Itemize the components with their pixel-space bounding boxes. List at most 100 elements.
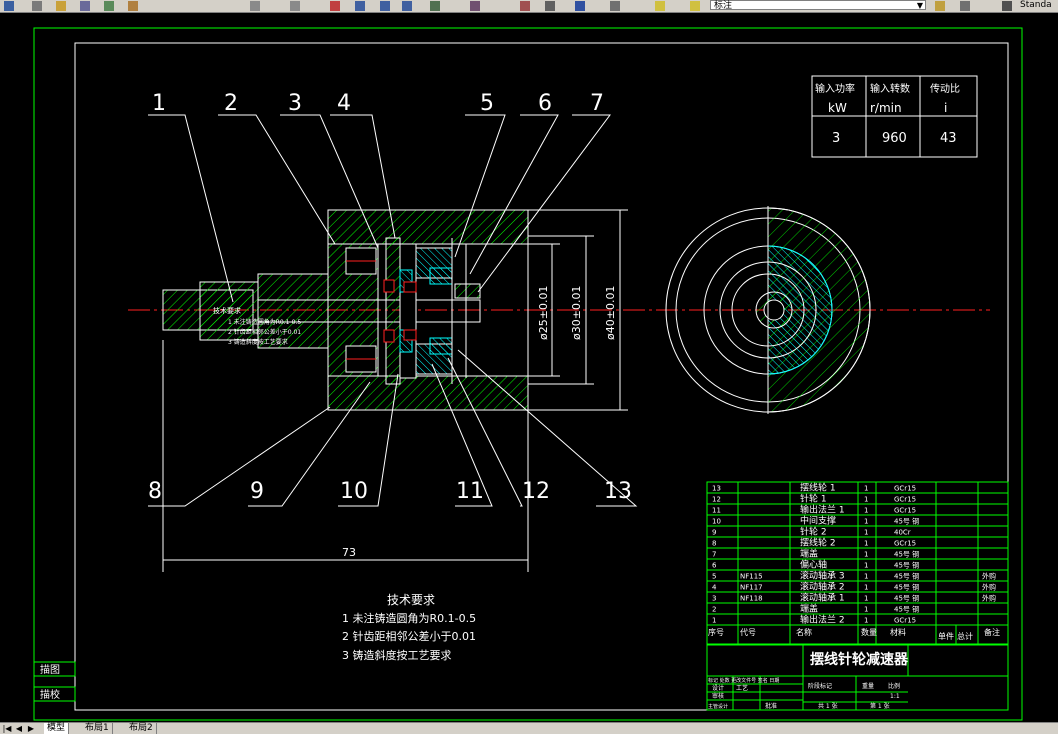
- part-label-7: 7: [590, 91, 604, 116]
- part-label-9: 9: [250, 479, 264, 504]
- param-value-speed: 960: [882, 131, 907, 146]
- bom-header-cell: 备注: [984, 627, 1000, 637]
- bom-cell-qty: 1: [864, 529, 868, 537]
- zoom-icon[interactable]: [355, 1, 365, 11]
- part-label-6: 6: [538, 91, 552, 116]
- redo-icon[interactable]: [290, 1, 300, 11]
- drawing-canvas[interactable]: 描图 描校 技术要求 1 未注铸造圆角为R0.1-0.5 2 针齿距相邻公差小于…: [0, 12, 1058, 722]
- copy-icon[interactable]: [104, 1, 114, 11]
- help-icon[interactable]: [575, 1, 585, 11]
- bom-cell-name: 偏心轴: [800, 559, 827, 571]
- bom-cell-note: 外购: [982, 583, 996, 592]
- zoom-previous-icon[interactable]: [402, 1, 412, 11]
- text-style-select[interactable]: 标注 ▼: [710, 0, 926, 11]
- tab-next-icon[interactable]: ▶: [26, 723, 36, 734]
- title-sheet: 第 1 张: [870, 702, 890, 710]
- properties-icon[interactable]: [430, 1, 440, 11]
- bom-cell-no: 2: [712, 606, 716, 614]
- pen-icon[interactable]: [1002, 1, 1012, 11]
- bom-cell-name: 输出法兰 2: [800, 614, 845, 626]
- calculator-icon[interactable]: [545, 1, 555, 11]
- side-label-check: 描校: [40, 688, 60, 701]
- layer-state-icon[interactable]: [655, 1, 665, 11]
- layer-icon[interactable]: [610, 1, 620, 11]
- dim-d1: ø25±0.01: [537, 286, 550, 340]
- title-row-design: 设计: [712, 684, 724, 692]
- shaft-note-line-2: 2 针齿距相邻公差小于0.01: [228, 328, 301, 336]
- tab-layout-1[interactable]: 布局1: [82, 723, 113, 734]
- bom-cell-no: 4: [712, 584, 717, 592]
- bom-cell-no: 5: [712, 573, 716, 581]
- bom-cell-qty: 1: [864, 540, 868, 548]
- bom-cell-name: 输出法兰 1: [800, 504, 845, 516]
- bom-cell-material: 45号 钢: [894, 561, 919, 570]
- tech-notes-title: 技术要求: [387, 593, 435, 607]
- tech-note-2: 2 针齿距相邻公差小于0.01: [342, 629, 476, 643]
- part-label-1: 1: [152, 91, 166, 116]
- dim-length: 73: [342, 546, 356, 559]
- save-icon[interactable]: [4, 1, 14, 11]
- param-unit-power: kW: [828, 101, 847, 115]
- bom-cell-material: 45号 钢: [894, 594, 919, 603]
- bom-cell-no: 1: [712, 617, 716, 625]
- dim-d3: ø40±0.01: [604, 286, 617, 340]
- part-label-5: 5: [480, 91, 494, 116]
- bom-cell-name: 针轮 1: [800, 493, 827, 505]
- bom-header-cell: 名称: [796, 627, 812, 637]
- title-row-process: 工艺: [736, 684, 748, 692]
- side-label-trace: 描图: [40, 663, 60, 676]
- bom-cell-name: 摆线轮 1: [800, 482, 836, 494]
- tab-model[interactable]: 模型: [44, 723, 70, 734]
- side-label-boxes: 描图 描校: [33, 661, 76, 702]
- pan-icon[interactable]: [330, 1, 340, 11]
- param-value-power: 3: [832, 131, 840, 146]
- tab-layout-2[interactable]: 布局2: [126, 723, 157, 734]
- bom-cell-material: 40Cr: [894, 529, 911, 537]
- tab-first-icon[interactable]: |◀: [2, 723, 12, 734]
- param-header-speed: 输入转数: [870, 82, 910, 95]
- bom-cell-name: 摆线轮 2: [800, 537, 836, 549]
- undo-icon[interactable]: [250, 1, 260, 11]
- bom-cell-qty: 1: [864, 507, 868, 515]
- bom-cell-no: 10: [712, 518, 721, 526]
- bom-cell-no: 12: [712, 496, 721, 504]
- open-icon[interactable]: [56, 1, 66, 11]
- tool-palette-icon[interactable]: [520, 1, 530, 11]
- bom-cell-qty: 1: [864, 562, 868, 570]
- bom-cell-no: 13: [712, 485, 721, 493]
- bom-cell-qty: 1: [864, 595, 868, 603]
- layer-lock-icon[interactable]: [690, 1, 700, 11]
- bom-cell-material: 45号 钢: [894, 517, 919, 526]
- design-center-icon[interactable]: [470, 1, 480, 11]
- layout-tabs: |◀ ◀ ▶ 模型 布局1 布局2: [0, 722, 1058, 734]
- bom-header-cell: 数量: [861, 627, 877, 637]
- bom-cell-qty: 1: [864, 496, 868, 504]
- paste-icon[interactable]: [128, 1, 138, 11]
- bom-cell-qty: 1: [864, 485, 868, 493]
- shaft-note-line-1: 1 未注铸造圆角为R0.1-0.5: [228, 318, 301, 326]
- bom-cell-qty: 1: [864, 617, 868, 625]
- shaft-note-line-3: 3 铸造斜度按工艺要求: [228, 338, 288, 346]
- tab-prev-icon[interactable]: ◀: [14, 723, 24, 734]
- bom-cell-name: 针轮 2: [800, 526, 827, 538]
- param-header-ratio: 传动比: [930, 83, 960, 95]
- bom-cell-no: 6: [712, 562, 717, 570]
- bom-cell-material: GCr15: [894, 540, 916, 548]
- bom-cell-code: NF117: [740, 584, 763, 592]
- part-label-13: 13: [604, 479, 632, 504]
- zoom-window-icon[interactable]: [380, 1, 390, 11]
- layer-match-icon[interactable]: [960, 1, 970, 11]
- bom-cell-name: 滚动轴承 3: [800, 570, 845, 582]
- title-stage: 阶段标记: [808, 682, 832, 690]
- layer-previous-icon[interactable]: [935, 1, 945, 11]
- tech-notes: 技术要求 1 未注铸造圆角为R0.1-0.5 2 针齿距相邻公差小于0.01 3…: [342, 593, 476, 662]
- bom-cell-material: 45号 钢: [894, 583, 919, 592]
- bom-cell-material: 45号 钢: [894, 550, 919, 559]
- part-label-4: 4: [337, 91, 351, 116]
- text-style-value: 标注: [714, 1, 733, 11]
- bom-table: 13 摆线轮 1 1 GCr1512 针轮 1 1 GCr1511 输出法兰 1 1 GCr151…: [706, 481, 1009, 646]
- print-icon[interactable]: [32, 1, 42, 11]
- bom-cell-no: 8: [712, 540, 716, 548]
- title-weight: 重量: [862, 682, 874, 690]
- cut-icon[interactable]: [80, 1, 90, 11]
